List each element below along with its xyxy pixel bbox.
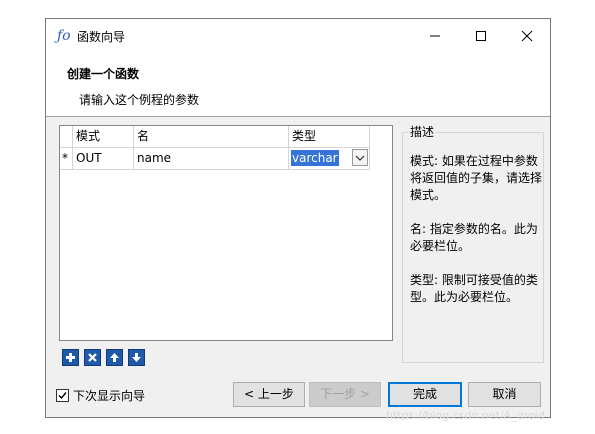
- type-cell[interactable]: varchar: [289, 147, 370, 169]
- move-up-icon: [110, 353, 119, 362]
- chevron-down-icon: [355, 155, 365, 161]
- maximize-icon: [476, 31, 486, 41]
- show-wizard-checkbox[interactable]: [56, 389, 69, 402]
- description-legend: 描述: [408, 125, 437, 139]
- grid-header-marker: [60, 126, 73, 147]
- parameter-grid[interactable]: 模式 名 类型 * OUT name varchar: [59, 125, 393, 341]
- title-bar: ƒo 函数向导: [46, 19, 550, 53]
- add-parameter-button[interactable]: [62, 349, 79, 366]
- description-text: 模式: 如果在过程中参数将返回值的子集，请选择模式。 名: 指定参数的名。此为必…: [410, 153, 542, 323]
- mode-cell[interactable]: OUT: [73, 147, 134, 169]
- wizard-body: 模式 名 类型 * OUT name varchar 描述 模式: 如果在过程中…: [46, 117, 550, 373]
- function-icon: ƒo: [57, 28, 71, 44]
- close-icon: [521, 30, 533, 42]
- page-title: 创建一个函数: [67, 67, 140, 81]
- previous-button[interactable]: < 上一步: [233, 382, 305, 407]
- minimize-icon: [430, 35, 440, 37]
- maximize-button[interactable]: [458, 19, 504, 53]
- delete-icon: [88, 353, 97, 362]
- type-dropdown-button[interactable]: [352, 149, 368, 166]
- column-header-name[interactable]: 名: [134, 126, 289, 147]
- checkmark-icon: [58, 392, 67, 400]
- cancel-button[interactable]: 取消: [468, 382, 541, 407]
- column-header-type[interactable]: 类型: [289, 126, 370, 147]
- move-down-button[interactable]: [128, 349, 145, 366]
- type-combo-value[interactable]: varchar: [291, 150, 339, 166]
- delete-parameter-button[interactable]: [84, 349, 101, 366]
- function-wizard-window: ƒo 函数向导 创建一个函数 请输入这个例程的参数 模式 名 类型 * OUT: [45, 18, 551, 418]
- row-marker: *: [60, 147, 73, 169]
- name-cell[interactable]: name: [134, 147, 289, 169]
- watermark-text: https://blog.csdn.net/A_droid: [386, 409, 545, 422]
- column-header-mode[interactable]: 模式: [73, 126, 134, 147]
- move-down-icon: [132, 353, 141, 362]
- table-row[interactable]: * OUT name varchar: [60, 147, 370, 170]
- add-icon: [66, 353, 75, 362]
- move-up-button[interactable]: [106, 349, 123, 366]
- description-panel: 描述 模式: 如果在过程中参数将返回值的子集，请选择模式。 名: 指定参数的名。…: [402, 125, 544, 363]
- page-subtitle: 请输入这个例程的参数: [79, 93, 200, 107]
- next-button[interactable]: 下一步 >: [309, 382, 381, 407]
- finish-button[interactable]: 完成: [388, 382, 462, 407]
- show-wizard-label[interactable]: 下次显示向导: [73, 387, 145, 404]
- wizard-header: 创建一个函数 请输入这个例程的参数: [46, 53, 550, 117]
- close-button[interactable]: [504, 19, 550, 53]
- window-title: 函数向导: [77, 30, 126, 44]
- grid-header-row: 模式 名 类型: [60, 126, 370, 148]
- description-type: 类型: 限制可接受值的类型。此为必要栏位。: [410, 273, 538, 304]
- minimize-button[interactable]: [412, 19, 458, 53]
- description-mode: 模式: 如果在过程中参数将返回值的子集，请选择模式。: [410, 154, 543, 202]
- description-name: 名: 指定参数的名。此为必要栏位。: [410, 222, 538, 253]
